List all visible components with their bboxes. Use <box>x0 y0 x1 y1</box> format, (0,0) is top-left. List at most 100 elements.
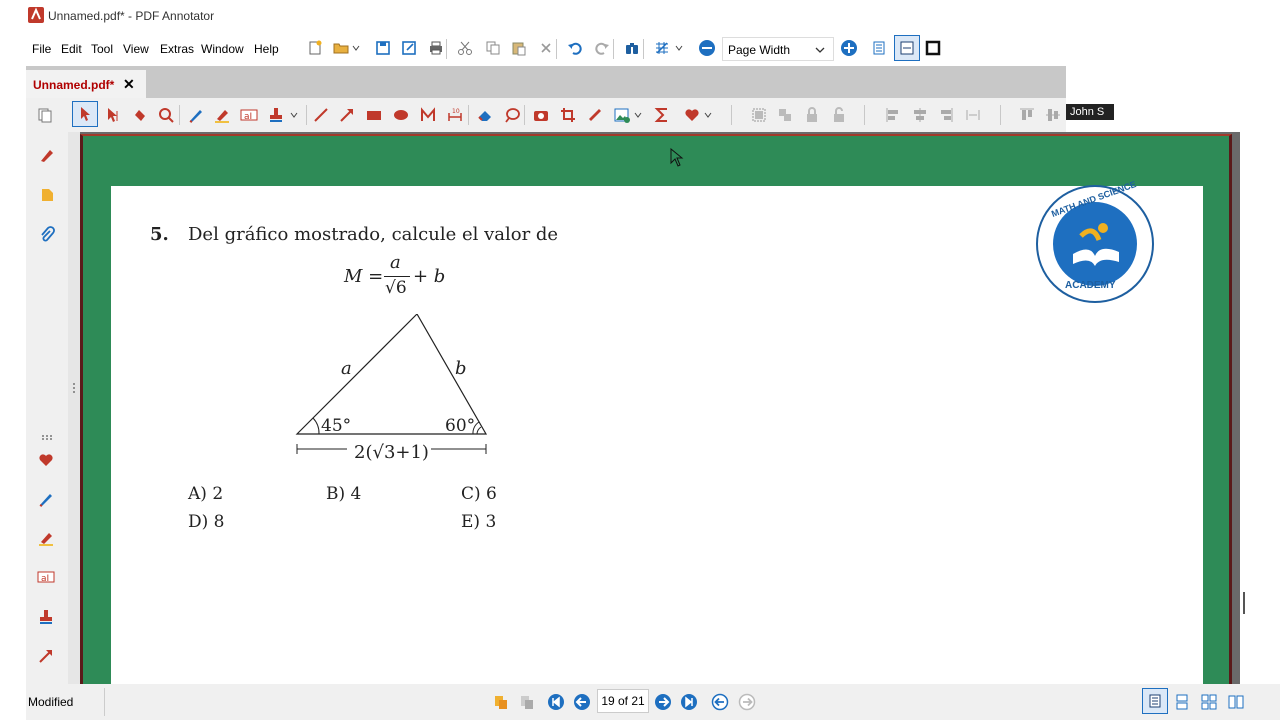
polygon-tool-icon[interactable] <box>417 104 439 126</box>
stamp-tool-icon[interactable] <box>265 104 287 126</box>
rectangle-tool-icon[interactable] <box>363 104 385 126</box>
edit-save-icon[interactable] <box>398 37 420 59</box>
insert-pages-icon[interactable] <box>490 691 512 713</box>
two-page-layout-icon[interactable] <box>1198 691 1220 713</box>
favorites-dropdown-icon[interactable] <box>702 104 714 126</box>
zoom-out-icon[interactable] <box>696 37 718 59</box>
angle-right-label: 60° <box>445 416 476 436</box>
pen-tool-side-icon[interactable] <box>35 488 57 510</box>
lasso-tool-icon[interactable] <box>501 104 523 126</box>
tab-close-button[interactable]: ✕ <box>123 76 135 93</box>
distribute-horizontal-icon[interactable] <box>962 104 984 126</box>
annotation-toolbar: aI 10 <box>26 98 1066 132</box>
ellipse-tool-icon[interactable] <box>390 104 412 126</box>
arrow-tool-icon[interactable] <box>336 104 358 126</box>
stamp-side-icon[interactable] <box>35 606 57 628</box>
undo-icon[interactable] <box>564 37 586 59</box>
open-dropdown-icon[interactable] <box>350 37 362 59</box>
ungroup-icon[interactable] <box>774 104 796 126</box>
svg-text:10: 10 <box>452 108 460 115</box>
paperclip-icon[interactable] <box>36 223 58 245</box>
text-select-tool-icon[interactable] <box>102 104 124 126</box>
fullscreen-icon[interactable] <box>922 37 944 59</box>
panel-splitter[interactable] <box>68 132 80 684</box>
group-icon[interactable] <box>748 104 770 126</box>
zoom-in-icon[interactable] <box>838 37 860 59</box>
zoom-tool-icon[interactable] <box>155 104 177 126</box>
fit-width-view-icon[interactable] <box>894 35 920 61</box>
camera-tool-icon[interactable] <box>530 104 552 126</box>
tab-unnamed-pdf[interactable]: Unnamed.pdf* ✕ <box>26 70 146 98</box>
hand-tool-icon[interactable] <box>129 104 151 126</box>
remove-pages-icon[interactable] <box>516 691 538 713</box>
select-tool-icon[interactable] <box>72 101 98 127</box>
align-top-icon[interactable] <box>1016 104 1038 126</box>
open-folder-icon[interactable] <box>330 37 352 59</box>
option-d: D) 8 <box>188 512 225 532</box>
eraser-tool-icon[interactable] <box>474 104 496 126</box>
side-by-side-layout-icon[interactable] <box>1225 691 1247 713</box>
save-icon[interactable] <box>372 37 394 59</box>
back-icon[interactable] <box>709 691 731 713</box>
grid-icon[interactable] <box>651 37 673 59</box>
continuous-layout-icon[interactable] <box>1171 691 1193 713</box>
text-box-tool-icon[interactable]: aI <box>238 104 260 126</box>
zoom-mode-select[interactable]: Page Width <box>722 37 834 61</box>
cut-icon[interactable] <box>454 37 476 59</box>
red-pen-favorite-icon[interactable] <box>36 144 58 166</box>
yellow-highlighter-favorite-icon[interactable] <box>36 184 58 206</box>
pen-tool-icon[interactable] <box>185 104 207 126</box>
align-left-icon[interactable] <box>882 104 904 126</box>
previous-page-icon[interactable] <box>571 691 593 713</box>
menu-file[interactable]: File <box>32 42 51 56</box>
last-page-icon[interactable] <box>678 691 700 713</box>
line-tool-icon[interactable] <box>310 104 332 126</box>
sum-formula-icon[interactable] <box>651 104 673 126</box>
find-binoculars-icon[interactable] <box>621 37 643 59</box>
menu-extras[interactable]: Extras <box>160 42 194 56</box>
align-middle-icon[interactable] <box>1042 104 1064 126</box>
highlighter-tool-icon[interactable] <box>211 104 233 126</box>
redo-icon[interactable] <box>591 37 613 59</box>
single-page-view-icon[interactable] <box>868 37 890 59</box>
menu-help[interactable]: Help <box>254 42 279 56</box>
paste-icon[interactable] <box>508 37 530 59</box>
document-view[interactable]: 5. Del gráfico mostrado, calcule el valo… <box>80 132 1240 684</box>
ruler-tool-icon[interactable] <box>584 104 606 126</box>
formula-denominator: √6 <box>385 278 407 298</box>
heart-favorites-icon[interactable] <box>35 449 57 471</box>
menu-view[interactable]: View <box>123 42 149 56</box>
delete-icon[interactable] <box>535 37 557 59</box>
stamp-dropdown-icon[interactable] <box>288 104 300 126</box>
favorites-heart-icon[interactable] <box>681 104 703 126</box>
highlighter-side-icon[interactable] <box>35 527 57 549</box>
measure-tool-icon[interactable]: 10 <box>444 104 466 126</box>
text-box-side-icon[interactable]: aI <box>35 566 57 588</box>
menu-edit[interactable]: Edit <box>61 42 82 56</box>
menu-tool[interactable]: Tool <box>91 42 113 56</box>
logo-bottom-text: ACADEMY <box>1065 280 1116 291</box>
first-page-icon[interactable] <box>545 691 567 713</box>
align-right-icon[interactable] <box>935 104 957 126</box>
side-b-label: b <box>455 358 467 379</box>
print-icon[interactable] <box>425 37 447 59</box>
vertical-scrollbar[interactable] <box>1240 132 1252 684</box>
panel-grip-icon[interactable] <box>36 426 58 448</box>
forward-icon[interactable] <box>736 691 758 713</box>
next-page-icon[interactable] <box>652 691 674 713</box>
arrow-side-icon[interactable] <box>35 645 57 667</box>
insert-image-icon[interactable] <box>611 104 633 126</box>
page-number-field[interactable]: 19 of 21 <box>597 689 649 713</box>
crop-tool-icon[interactable] <box>557 104 579 126</box>
unlock-icon[interactable] <box>828 104 850 126</box>
new-document-icon[interactable] <box>304 37 326 59</box>
pages-panel-icon[interactable] <box>34 104 56 126</box>
image-dropdown-icon[interactable] <box>632 104 644 126</box>
lock-icon[interactable] <box>801 104 823 126</box>
align-center-icon[interactable] <box>909 104 931 126</box>
scrollbar-thumb[interactable] <box>1243 592 1245 614</box>
menu-window[interactable]: Window <box>201 42 244 56</box>
single-page-layout-icon[interactable] <box>1142 688 1168 714</box>
grid-dropdown-icon[interactable] <box>673 37 685 59</box>
copy-icon[interactable] <box>482 37 504 59</box>
